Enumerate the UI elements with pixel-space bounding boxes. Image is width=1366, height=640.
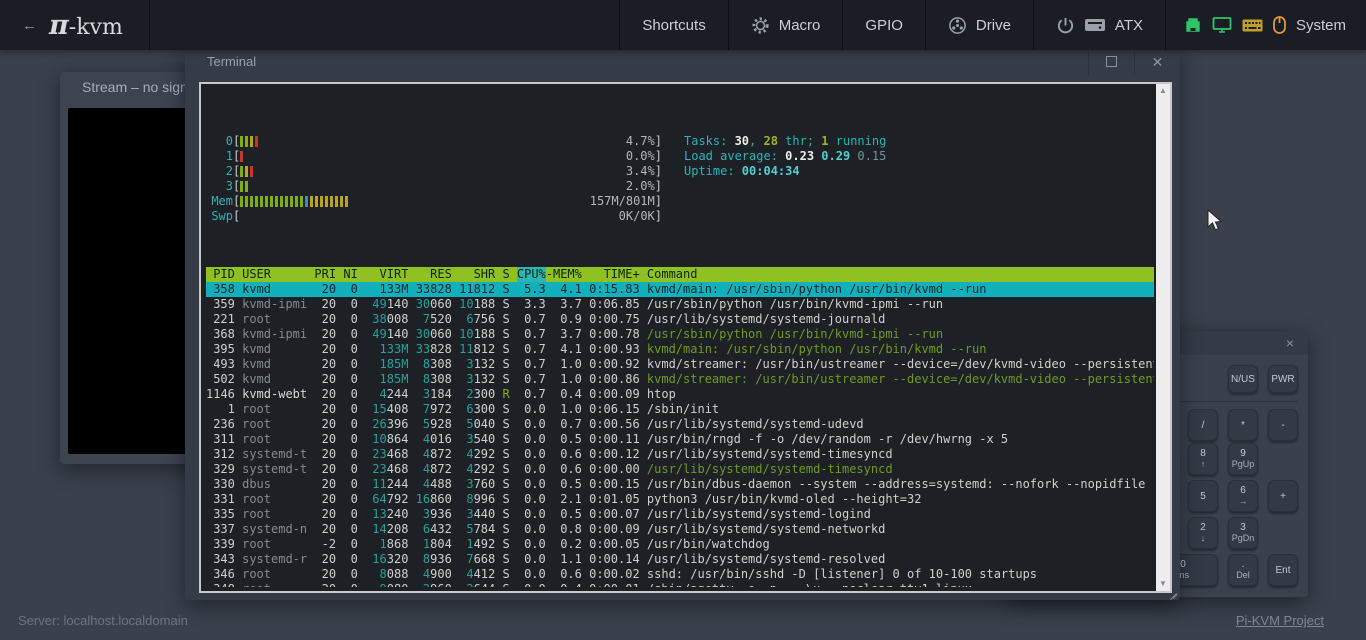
- topbar-spacer: [150, 0, 619, 50]
- process-row-493: 493kvmd200185M83083132S0.71.00:00.92kvmd…: [206, 357, 1154, 372]
- keypad-key-[interactable]: *: [1228, 409, 1258, 441]
- keypad-key-3[interactable]: 3PgDn: [1228, 517, 1258, 549]
- htop-header-row: PIDUSERPRINIVIRTRESSHRSCPU%-MEM%TIME+Com…: [206, 267, 1154, 282]
- maximize-icon: [1106, 56, 1117, 67]
- process-row-359: 359kvmd-ipmi200491403006010188S3.33.70:0…: [206, 297, 1154, 312]
- logo-area: ← π-kvm: [0, 0, 150, 50]
- menu-item-label: Shortcuts: [642, 17, 705, 34]
- process-row-311: 311root2001086440163540S0.00.50:00.11/us…: [206, 432, 1154, 447]
- meter-2: 2[3.4%]: [206, 164, 662, 179]
- process-row-343: 343systemd-r2001632089367668S0.01.10:00.…: [206, 552, 1154, 567]
- meter-3: 3[2.0%]: [206, 179, 662, 194]
- system-label: System: [1296, 17, 1346, 34]
- terminal-title: Terminal: [185, 54, 256, 69]
- meter-1: 1[0.0%]: [206, 149, 662, 164]
- process-row-346: 346root200808849004412S0.00.60:00.02sshd…: [206, 567, 1154, 582]
- keypad-key-9[interactable]: 9PgUp: [1228, 443, 1258, 475]
- scroll-up-icon[interactable]: ▲: [1156, 84, 1170, 98]
- menu-item-drive[interactable]: Drive: [925, 0, 1033, 50]
- keypad-key-nus[interactable]: N/US: [1228, 365, 1258, 393]
- status-bar: Server: localhost.localdomain Pi-KVM Pro…: [0, 600, 1366, 640]
- keypad-key-6[interactable]: 6→: [1228, 480, 1258, 512]
- project-link[interactable]: Pi-KVM Project: [1236, 613, 1324, 628]
- terminal-window: Terminal ✕ 0[4.7%]1[0.0%]2[3.4%]3[2.0%]M…: [185, 48, 1180, 600]
- process-row-348: 348root200908029602644S0.00.40:00.01/sbi…: [206, 582, 1154, 587]
- process-row-337: 337systemd-n2001420864325784S0.00.80:00.…: [206, 522, 1154, 537]
- lan-icon: [1184, 16, 1202, 34]
- app-logo: π-kvm: [49, 10, 123, 41]
- meter-swp: Swp[0K/0K]: [206, 209, 662, 224]
- meter-mem: Mem[157M/801M]: [206, 194, 662, 209]
- atx-icon: [1084, 17, 1106, 33]
- menu-item-label: ATX: [1115, 17, 1143, 34]
- process-row-221: 221root2003800875206756S0.70.90:00.75/us…: [206, 312, 1154, 327]
- mouse-icon: [1273, 16, 1286, 34]
- keyboard-icon: [1242, 18, 1263, 33]
- display-icon: [1212, 16, 1232, 34]
- process-row-502: 502kvmd200185M83083132S0.71.00:00.86kvmd…: [206, 372, 1154, 387]
- process-row-312: 312systemd-t2002346848724292S0.00.60:00.…: [206, 447, 1154, 462]
- process-row-395: 395kvmd200133M3382811812S0.74.10:00.93kv…: [206, 342, 1154, 357]
- top-bar: ← π-kvm Shortcuts Macro GPIO Drive ATX Syste…: [0, 0, 1366, 50]
- terminal-titlebar[interactable]: Terminal ✕: [185, 48, 1180, 75]
- keypad-close-icon[interactable]: ×: [1282, 335, 1298, 351]
- process-row-236: 236root2002639659285040S0.00.70:00.56/us…: [206, 417, 1154, 432]
- close-button[interactable]: ✕: [1134, 48, 1180, 75]
- menu-item-label: GPIO: [865, 17, 903, 34]
- mouse-cursor: [1206, 209, 1224, 233]
- main-menu: Shortcuts Macro GPIO Drive ATX: [619, 0, 1165, 50]
- close-icon: ✕: [1152, 55, 1164, 69]
- drive-icon: [948, 16, 967, 35]
- gear-icon: [751, 16, 770, 35]
- maximize-button[interactable]: [1088, 48, 1134, 75]
- terminal-screen[interactable]: 0[4.7%]1[0.0%]2[3.4%]3[2.0%]Mem[157M/801…: [199, 82, 1172, 593]
- resize-grip[interactable]: [1167, 587, 1179, 599]
- menu-item-gpio[interactable]: GPIO: [842, 0, 925, 50]
- menu-item-shortcuts[interactable]: Shortcuts: [619, 0, 727, 50]
- back-arrow-icon[interactable]: ←: [22, 17, 37, 34]
- pikvm-app: ← π-kvm Shortcuts Macro GPIO Drive ATX Syste…: [0, 0, 1366, 640]
- menu-item-atx[interactable]: ATX: [1033, 0, 1165, 50]
- process-row-1146: 1146kvmd-webt200424431842300R0.70.40:00.…: [206, 387, 1154, 402]
- menu-item-macro[interactable]: Macro: [728, 0, 843, 50]
- keypad-key-ent[interactable]: Ent: [1268, 554, 1298, 586]
- process-row-339: 339root-20186818041492S0.00.20:00.05/usr…: [206, 537, 1154, 552]
- process-row-330: 330dbus2001124444883760S0.00.50:00.15/us…: [206, 477, 1154, 492]
- keypad-key-[interactable]: -: [1268, 409, 1298, 441]
- menu-item-label: Macro: [779, 17, 821, 34]
- power-icon: [1056, 16, 1075, 35]
- process-row-358: 358kvmd200133M3382811812S5.34.10:15.83kv…: [206, 282, 1154, 297]
- htop-stats: Tasks: 30, 28 thr; 1 runningLoad average…: [684, 134, 886, 179]
- system-menu-item[interactable]: System: [1165, 0, 1366, 50]
- process-row-335: 335root2001324039363440S0.00.50:00.07/us…: [206, 507, 1154, 522]
- process-row-368: 368kvmd-ipmi200491403006010188S0.73.70:0…: [206, 327, 1154, 342]
- server-label: Server: localhost.localdomain: [18, 613, 188, 628]
- keypad-key-[interactable]: +: [1268, 480, 1298, 512]
- meter-0: 0[4.7%]: [206, 134, 662, 149]
- terminal-scrollbar[interactable]: ▲ ▼: [1156, 84, 1170, 591]
- process-row-331: 331root20064792168608996S0.02.10:01.05py…: [206, 492, 1154, 507]
- process-row-1: 1root2001540879726300S0.01.00:06.15/sbin…: [206, 402, 1154, 417]
- keypad-key-8[interactable]: 8↑: [1188, 443, 1218, 475]
- keypad-key-pwr[interactable]: PWR: [1268, 365, 1298, 393]
- keypad-key-[interactable]: .Del: [1228, 554, 1258, 586]
- keypad-key-2[interactable]: 2↓: [1188, 517, 1218, 549]
- process-row-329: 329systemd-t2002346848724292S0.00.60:00.…: [206, 462, 1154, 477]
- menu-item-label: Drive: [976, 17, 1011, 34]
- keypad-key-[interactable]: /: [1188, 409, 1218, 441]
- keypad-key-5[interactable]: 5: [1188, 480, 1218, 512]
- htop-output: 0[4.7%]1[0.0%]2[3.4%]3[2.0%]Mem[157M/801…: [206, 104, 1154, 587]
